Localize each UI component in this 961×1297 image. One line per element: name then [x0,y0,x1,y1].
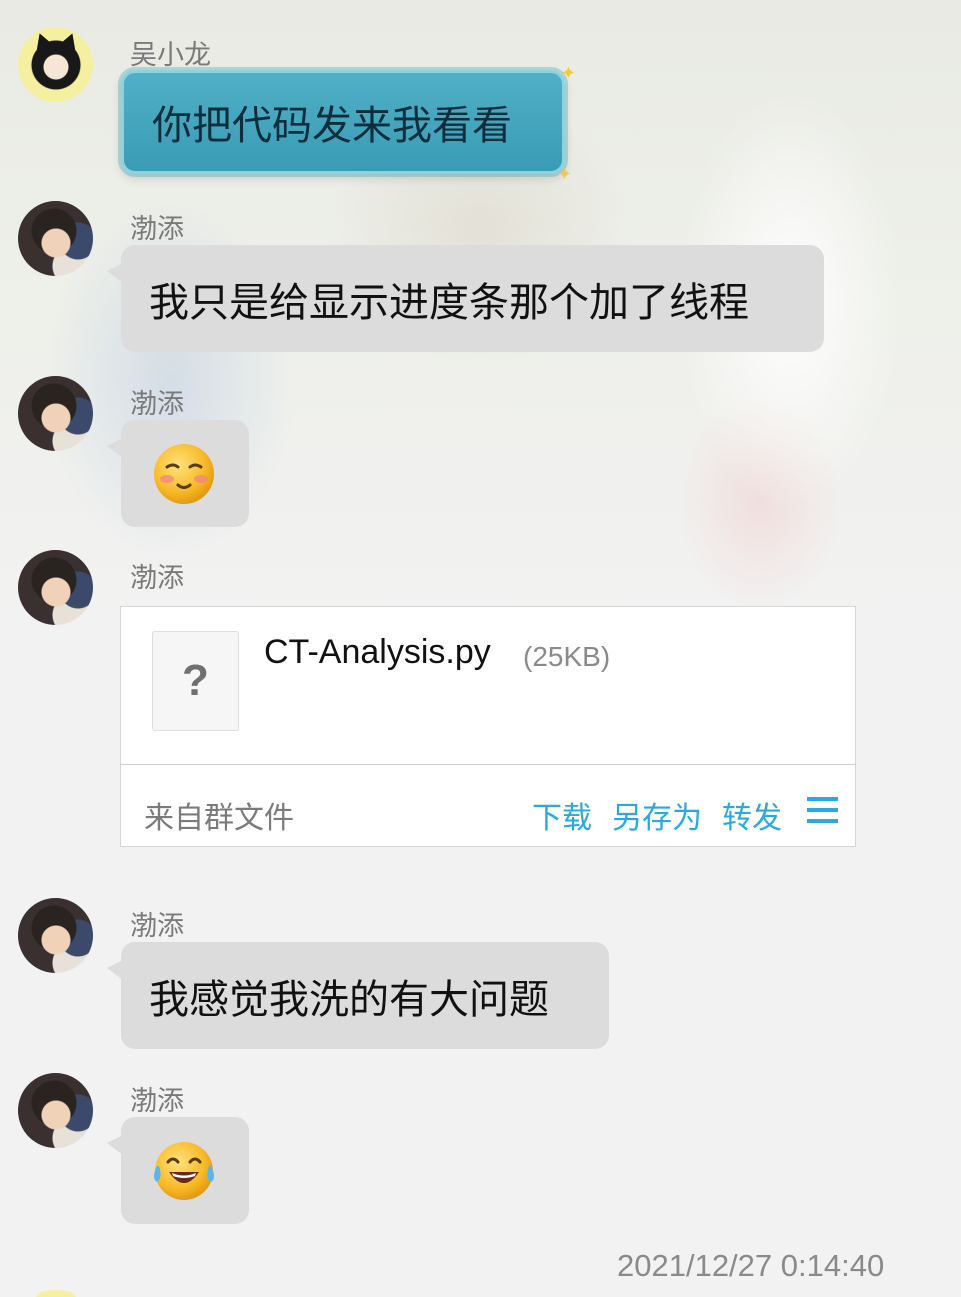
file-card[interactable]: ? CT-Analysis.py (25KB) 来自群文件 下载 另存为 转发 [120,606,856,847]
message-timestamp: 2021/12/27 0:14:40 [617,1248,885,1283]
sender-name: 渤添 [130,911,184,942]
sender-name: 吴小龙 [130,40,211,71]
avatar-botian[interactable] [18,550,93,625]
sender-name: 渤添 [130,214,184,245]
sender-name: 渤添 [130,389,184,420]
message-text: 我感觉我洗的有大问题 [149,976,549,1023]
avatar-botian[interactable] [18,898,93,973]
message-text: 我只是给显示进度条那个加了线程 [149,279,749,326]
file-name[interactable]: CT-Analysis.py [264,633,491,672]
blushing-face-emoji [154,443,214,504]
sender-name: 渤添 [130,563,184,594]
download-button[interactable]: 下载 [532,793,592,837]
forward-button[interactable]: 转发 [722,793,782,837]
menu-icon[interactable] [807,797,838,823]
sender-name: 渤添 [130,1086,184,1117]
message-text: 你把代码发来我看看 [152,103,512,149]
file-size: (25KB) [523,641,611,672]
tears-of-joy-emoji [154,1141,214,1200]
message-bubble[interactable]: 你把代码发来我看看 ✦ ✦ [121,63,576,185]
avatar-botian[interactable] [18,1073,93,1148]
avatar-wu-xiaolong[interactable] [36,1290,76,1297]
save-as-button[interactable]: 另存为 [612,793,702,837]
star-decoration: ✦ [556,164,572,185]
star-decoration: ✦ [560,63,576,84]
divider [121,764,855,765]
emoji-bubble[interactable] [107,1117,249,1224]
avatar-botian[interactable] [18,201,93,276]
message-bubble[interactable]: 我感觉我洗的有大问题 [107,942,609,1049]
avatar-wu-xiaolong[interactable] [18,27,93,102]
unknown-file-icon: ? [152,631,239,731]
file-source-label: 来自群文件 [144,801,294,836]
emoji-bubble[interactable] [107,420,249,527]
message-bubble[interactable]: 我只是给显示进度条那个加了线程 [107,245,824,352]
avatar-botian[interactable] [18,376,93,451]
